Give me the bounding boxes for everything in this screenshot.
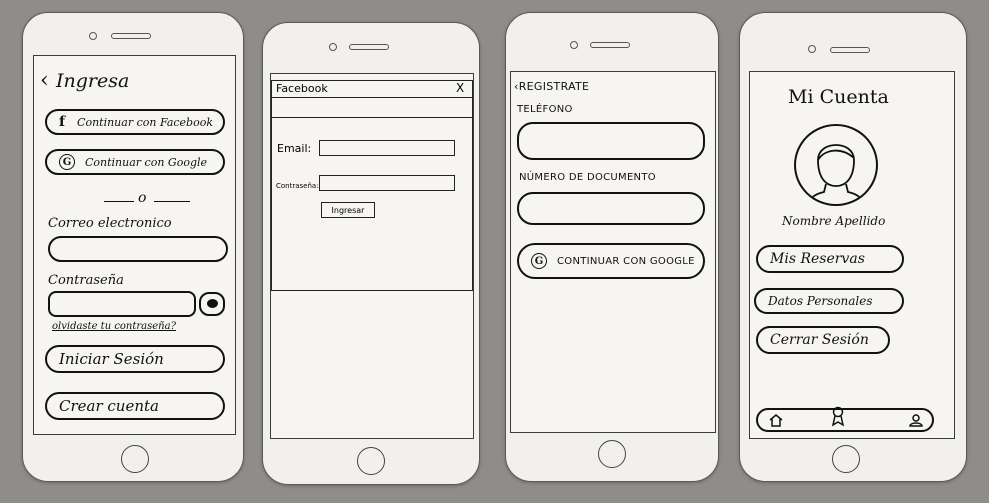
- dialog-email-input[interactable]: [319, 140, 455, 156]
- create-account-button[interactable]: Crear cuenta: [45, 392, 225, 420]
- dialog-title: Facebook: [276, 82, 328, 95]
- document-field[interactable]: [517, 192, 705, 225]
- phone-account: Mi Cuenta Nombre Apellido Mis Reservas D…: [739, 12, 967, 482]
- user-avatar-icon: [805, 144, 867, 204]
- home-button: [357, 447, 385, 475]
- forgot-password-link[interactable]: olvidaste tu contraseña?: [52, 321, 176, 332]
- camera-dot: [808, 45, 816, 53]
- facebook-icon: f: [59, 114, 66, 130]
- dialog-password-label: Contraseña:: [276, 182, 319, 190]
- phone-field[interactable]: [517, 122, 705, 160]
- continue-google-button[interactable]: G CONTINUAR CON GOOGLE: [517, 243, 705, 279]
- register-screen: ‹REGISTRATE TELÉFONO NÚMERO DE DOCUMENTO…: [510, 71, 716, 433]
- dialog-toolbar: [272, 99, 472, 118]
- badge-icon[interactable]: [830, 406, 846, 428]
- email-field[interactable]: [48, 236, 228, 262]
- phone-facebook: Facebook X Email: Contraseña: Ingresar: [262, 22, 480, 485]
- home-button: [121, 445, 149, 473]
- avatar: [794, 124, 878, 206]
- continue-google-button[interactable]: G Continuar con Google: [45, 149, 225, 175]
- close-icon[interactable]: X: [456, 81, 464, 95]
- dialog-password-input[interactable]: [319, 175, 455, 191]
- home-button: [598, 440, 626, 468]
- dialog-email-label: Email:: [277, 142, 312, 155]
- login-screen: ‹ Ingresa f Continuar con Facebook G Con…: [33, 55, 236, 435]
- login-button[interactable]: Iniciar Sesión: [45, 345, 225, 373]
- camera-dot: [329, 43, 337, 51]
- speaker: [590, 42, 630, 48]
- dialog-submit-button[interactable]: Ingresar: [321, 202, 375, 218]
- google-icon: G: [59, 154, 75, 170]
- phone-login: ‹ Ingresa f Continuar con Facebook G Con…: [22, 12, 244, 482]
- back-chevron-icon[interactable]: ‹: [40, 68, 49, 93]
- account-screen: Mi Cuenta Nombre Apellido Mis Reservas D…: [749, 71, 955, 439]
- divider-text: o: [138, 190, 147, 206]
- email-label: Correo electronico: [48, 216, 172, 231]
- facebook-dialog: Facebook X Email: Contraseña: Ingresar: [271, 80, 473, 291]
- user-name: Nombre Apellido: [782, 214, 886, 228]
- user-icon[interactable]: [908, 413, 924, 427]
- divider-right: [154, 201, 190, 202]
- register-back-title[interactable]: ‹REGISTRATE: [514, 80, 589, 93]
- divider-left: [104, 201, 134, 202]
- speaker: [830, 47, 870, 53]
- bottom-tab-bar: [756, 406, 934, 432]
- eye-icon[interactable]: [199, 292, 225, 316]
- facebook-screen: Facebook X Email: Contraseña: Ingresar: [270, 73, 474, 439]
- logout-button[interactable]: Cerrar Sesión: [756, 326, 890, 354]
- speaker: [111, 33, 151, 39]
- home-button: [832, 445, 860, 473]
- my-reservations-button[interactable]: Mis Reservas: [756, 245, 904, 273]
- camera-dot: [89, 32, 97, 40]
- home-icon[interactable]: [768, 413, 784, 427]
- document-label: NÚMERO DE DOCUMENTO: [519, 172, 656, 183]
- password-label: Contraseña: [48, 273, 124, 288]
- google-icon: G: [531, 253, 547, 269]
- phone-label: TELÉFONO: [517, 104, 573, 115]
- camera-dot: [570, 41, 578, 49]
- phone-register: ‹REGISTRATE TELÉFONO NÚMERO DE DOCUMENTO…: [505, 12, 719, 482]
- speaker: [349, 44, 389, 50]
- account-title: Mi Cuenta: [788, 86, 889, 108]
- login-title: Ingresa: [56, 70, 130, 92]
- password-field[interactable]: [48, 291, 196, 317]
- personal-data-button[interactable]: Datos Personales: [754, 288, 904, 314]
- continue-facebook-button[interactable]: f Continuar con Facebook: [45, 109, 225, 135]
- dialog-titlebar: Facebook X: [272, 81, 472, 98]
